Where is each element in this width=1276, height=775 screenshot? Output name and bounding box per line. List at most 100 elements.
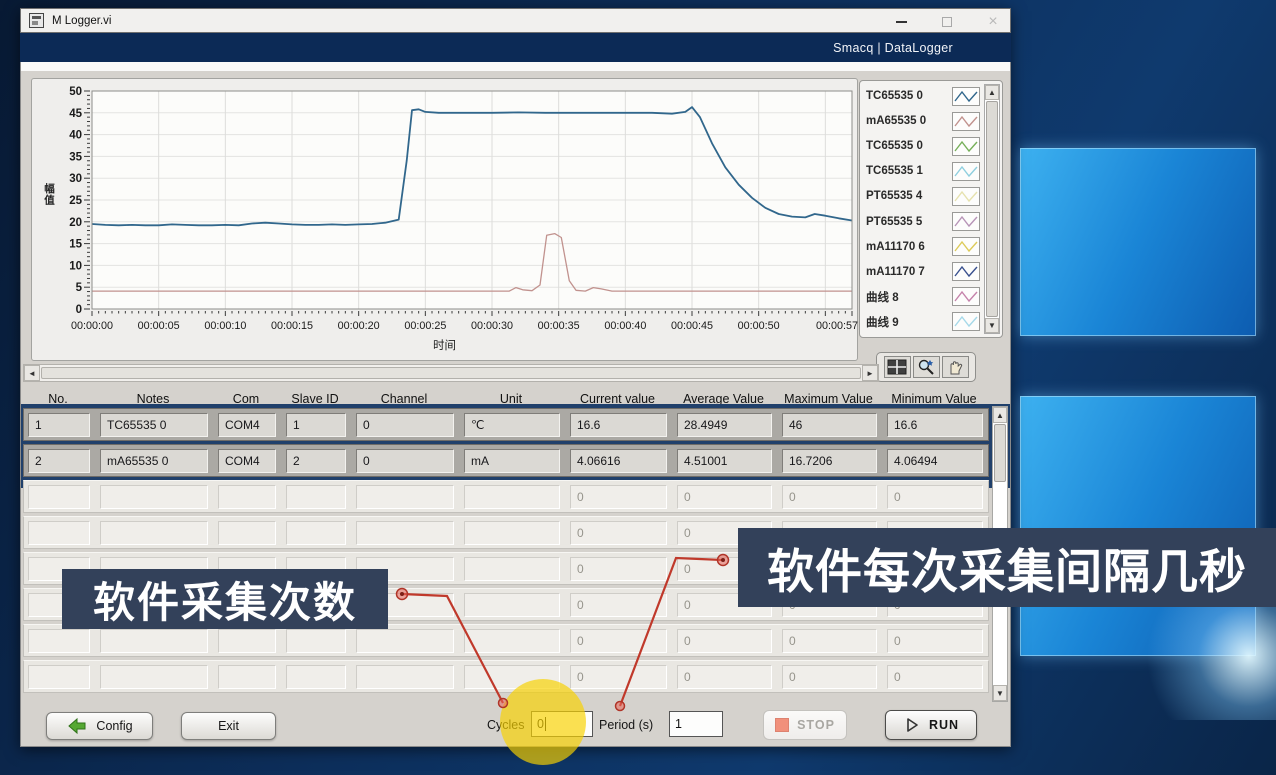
table-cell: ℃ bbox=[464, 412, 560, 437]
window-title: M Logger.vi bbox=[52, 14, 112, 27]
run-label: RUN bbox=[928, 718, 960, 732]
table-cell bbox=[356, 520, 454, 545]
table-cell bbox=[356, 484, 454, 509]
svg-text:25: 25 bbox=[69, 195, 82, 207]
graph-palette bbox=[876, 352, 976, 382]
table-cell: 0 bbox=[570, 520, 667, 545]
scroll-right-icon[interactable]: ► bbox=[862, 365, 878, 381]
table-cell: 2 bbox=[28, 448, 90, 473]
legend-line-sample[interactable] bbox=[952, 237, 980, 257]
play-icon bbox=[907, 718, 918, 732]
pan-tool-button[interactable] bbox=[941, 356, 969, 378]
legend-item[interactable]: mA65535 0 bbox=[866, 109, 984, 133]
table-cell: 0 bbox=[570, 592, 667, 617]
legend-line-sample[interactable] bbox=[952, 186, 980, 206]
chart-scroll-thumb[interactable] bbox=[41, 367, 861, 379]
maximize-icon bbox=[942, 16, 952, 27]
legend-line-sample[interactable] bbox=[952, 136, 980, 156]
cycles-label: Cycles bbox=[487, 718, 525, 732]
config-label: Config bbox=[96, 719, 133, 733]
table-row: 1 TC65535 0 COM4 1 0 ℃ 16.6 28.4949 46 16.6 bbox=[23, 408, 989, 441]
table-scroll-thumb[interactable] bbox=[994, 424, 1006, 482]
scroll-down-icon[interactable]: ▼ bbox=[985, 318, 999, 333]
legend-item[interactable]: mA11170 7 bbox=[866, 260, 984, 284]
table-cell bbox=[286, 664, 346, 689]
table-cell bbox=[464, 628, 560, 653]
legend-item[interactable]: PT65535 4 bbox=[866, 184, 984, 208]
table-cell bbox=[28, 520, 90, 545]
table-cell: 0 bbox=[782, 484, 877, 509]
crosshair-tool-button[interactable] bbox=[883, 356, 911, 378]
table-cell bbox=[100, 628, 208, 653]
legend-label: mA65535 0 bbox=[866, 115, 927, 128]
svg-text:35: 35 bbox=[69, 151, 82, 163]
legend-label: PT65535 4 bbox=[866, 190, 923, 203]
title-bar: M Logger.vi × bbox=[20, 8, 1011, 33]
run-button[interactable]: RUN bbox=[885, 710, 977, 740]
svg-text:0: 0 bbox=[76, 304, 82, 316]
legend-label: mA11170 7 bbox=[866, 265, 925, 278]
table-row: 2 mA65535 0 COM4 2 0 mA 4.06616 4.51001 16.7206 4… bbox=[23, 444, 989, 477]
table-cell bbox=[218, 628, 276, 653]
legend-line-sample[interactable] bbox=[952, 312, 980, 332]
table-cell: 0 bbox=[677, 664, 772, 689]
close-button[interactable]: × bbox=[982, 13, 1004, 31]
app-window: M Logger.vi × Smacq | DataLogger 0 5 10 15 2… bbox=[20, 8, 1011, 747]
legend-label: PT65535 5 bbox=[866, 215, 923, 228]
app-icon bbox=[29, 13, 44, 28]
legend-line-sample[interactable] bbox=[952, 86, 980, 106]
chart-h-scrollbar[interactable]: ◄ ► bbox=[23, 364, 879, 382]
legend-item[interactable]: 曲线 8 bbox=[866, 285, 984, 309]
text-caret bbox=[544, 717, 546, 731]
legend-item[interactable]: PT65535 5 bbox=[866, 210, 984, 234]
legend-line-sample[interactable] bbox=[952, 212, 980, 232]
table-cell bbox=[218, 664, 276, 689]
legend-item[interactable]: TC65535 0 bbox=[866, 84, 984, 108]
maximize-button[interactable] bbox=[936, 13, 958, 31]
exit-button[interactable]: Exit bbox=[181, 712, 276, 740]
svg-text:40: 40 bbox=[69, 130, 82, 142]
plot-legend: TC65535 0 mA65535 0 TC65535 0 TC65535 1 PT65… bbox=[859, 80, 1003, 338]
table-cell bbox=[28, 484, 90, 509]
legend-line-sample[interactable] bbox=[952, 111, 980, 131]
legend-item[interactable]: TC65535 0 bbox=[866, 134, 984, 158]
zoom-tool-button[interactable] bbox=[912, 356, 940, 378]
table-cell bbox=[464, 484, 560, 509]
table-cell: 4.06616 bbox=[570, 448, 667, 473]
table-cell: 0 bbox=[782, 664, 877, 689]
cycles-input[interactable]: 0 bbox=[531, 711, 593, 737]
table-cell: 0 bbox=[677, 628, 772, 653]
legend-scroll-thumb[interactable] bbox=[986, 101, 998, 317]
scroll-down-icon[interactable]: ▼ bbox=[993, 685, 1007, 701]
legend-label: TC65535 0 bbox=[866, 140, 923, 153]
config-button[interactable]: Config bbox=[46, 712, 153, 740]
table-cell: 2 bbox=[286, 448, 346, 473]
legend-label: TC65535 0 bbox=[866, 90, 923, 102]
svg-text:00:00:35: 00:00:35 bbox=[538, 320, 580, 332]
svg-text:00:00:00: 00:00:00 bbox=[71, 320, 113, 332]
table-cell bbox=[464, 556, 560, 581]
table-cell: 0 bbox=[570, 484, 667, 509]
period-input[interactable]: 1 bbox=[669, 711, 723, 737]
scroll-up-icon[interactable]: ▲ bbox=[985, 85, 999, 100]
legend-item[interactable]: mA11170 6 bbox=[866, 235, 984, 259]
legend-scrollbar[interactable]: ▲ ▼ bbox=[984, 84, 1000, 334]
legend-line-sample[interactable] bbox=[952, 262, 980, 282]
stop-button[interactable]: STOP bbox=[763, 710, 847, 740]
legend-label: TC65535 1 bbox=[866, 165, 923, 178]
table-cell: mA65535 0 bbox=[100, 448, 208, 473]
x-axis-title: 时间 bbox=[433, 340, 456, 352]
table-cell bbox=[356, 664, 454, 689]
scroll-left-icon[interactable]: ◄ bbox=[24, 365, 40, 381]
svg-text:30: 30 bbox=[69, 173, 82, 185]
legend-item[interactable]: 曲线 9 bbox=[866, 310, 984, 334]
table-cell: 4.51001 bbox=[677, 448, 772, 473]
table-cell bbox=[100, 664, 208, 689]
main-content: 0 5 10 15 20 25 30 35 40 45 50 00:00:00 00:00:05 00:0… bbox=[20, 62, 1011, 747]
legend-line-sample[interactable] bbox=[952, 161, 980, 181]
minimize-button[interactable] bbox=[890, 13, 912, 31]
legend-line-sample[interactable] bbox=[952, 287, 980, 307]
legend-item[interactable]: TC65535 1 bbox=[866, 159, 984, 183]
exit-label: Exit bbox=[218, 719, 239, 733]
scroll-up-icon[interactable]: ▲ bbox=[993, 407, 1007, 423]
